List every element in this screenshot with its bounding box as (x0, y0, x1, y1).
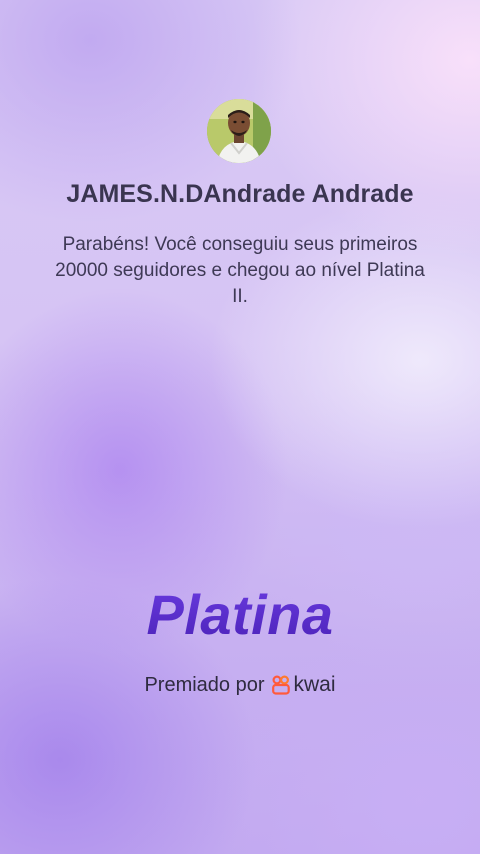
tier-title: Platina (0, 582, 480, 647)
achievement-screen: JAMES.N.DAndrade Andrade Parabéns! Você … (0, 0, 480, 854)
kwai-brand-text: kwai (293, 673, 336, 696)
kwai-logo: kwai (271, 673, 336, 697)
awarded-by-row: Premiado por kwai (0, 673, 480, 697)
avatar (207, 99, 271, 163)
congratulations-message: Parabéns! Você conseguiu seus primeiros … (55, 234, 425, 307)
user-photo-icon (207, 99, 271, 163)
profile-name: JAMES.N.DAndrade Andrade (66, 180, 414, 208)
awarded-by-label: Premiado por (144, 673, 265, 696)
kwai-icon (271, 675, 290, 695)
